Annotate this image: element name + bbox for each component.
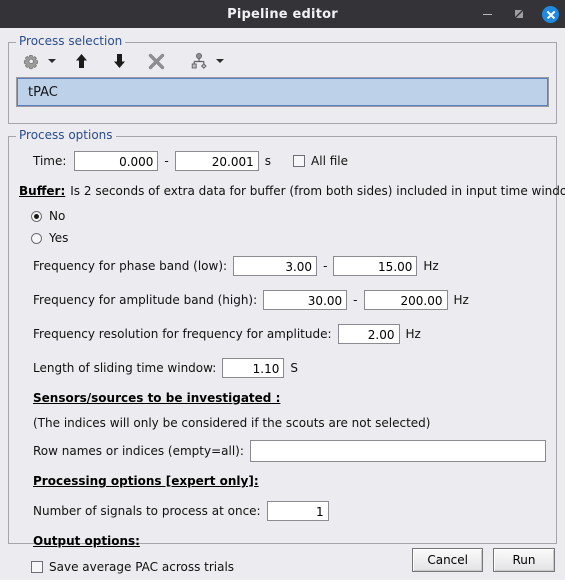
pipeline-caret-icon[interactable]	[216, 59, 224, 63]
amplitude-band-label: Frequency for amplitude band (high):	[33, 293, 258, 307]
signals-count-input[interactable]: 1	[266, 501, 329, 521]
buffer-radio-no[interactable]	[31, 210, 42, 222]
process-selection-group: Process selection tPAC	[8, 35, 557, 124]
sensors-heading: Sensors/sources to be investigated :	[33, 391, 281, 405]
arrow-up-icon[interactable]	[70, 50, 92, 72]
run-button[interactable]: Run	[493, 548, 555, 572]
arrow-down-icon[interactable]	[108, 50, 130, 72]
buffer-option-no[interactable]: No	[19, 205, 546, 227]
amplitude-band-high-input[interactable]: 200.00	[363, 290, 448, 310]
amplitude-band-separator: -	[353, 293, 358, 307]
signals-count-label: Number of signals to process at once:	[33, 504, 261, 518]
phase-band-low-input[interactable]: 3.00	[233, 256, 318, 276]
processing-heading-row: Processing options [expert only]:	[19, 467, 546, 495]
row-names-label: Row names or indices (empty=all):	[33, 444, 244, 458]
sliding-window-unit-label: S	[290, 361, 298, 375]
all-file-checkbox[interactable]	[293, 155, 306, 167]
signals-count-row: Number of signals to process at once: 1	[19, 495, 546, 527]
time-end-input[interactable]: 20.001	[174, 151, 259, 171]
maximize-icon[interactable]	[510, 5, 528, 23]
process-toolbar	[16, 49, 549, 73]
sliding-window-label: Length of sliding time window:	[33, 361, 217, 375]
window-title: Pipeline editor	[227, 6, 338, 22]
all-file-label: All file	[311, 154, 348, 168]
process-options-title: Process options	[16, 129, 116, 142]
gear-caret-icon[interactable]	[48, 59, 56, 63]
gear-icon[interactable]	[20, 50, 42, 72]
phase-band-row: Frequency for phase band (low): 3.00 - 1…	[19, 249, 546, 283]
pipeline-tree-icon[interactable]	[188, 50, 210, 72]
process-selection-title: Process selection	[16, 35, 126, 48]
processing-heading: Processing options [expert only]:	[33, 474, 259, 488]
time-row: Time: 0.000 - 20.001 s All file	[19, 145, 546, 177]
all-file-checkbox-wrap[interactable]: All file	[293, 154, 348, 168]
time-unit-label: s	[264, 154, 272, 168]
buffer-option-yes[interactable]: Yes	[19, 227, 546, 249]
row-names-row: Row names or indices (empty=all):	[19, 435, 546, 467]
cancel-button[interactable]: Cancel	[412, 548, 483, 572]
save-avg-checkbox-wrap[interactable]: Save average PAC across trials	[31, 560, 234, 574]
phase-band-unit-label: Hz	[423, 259, 439, 273]
process-list-item-tpac[interactable]: tPAC	[17, 78, 548, 106]
freq-resolution-unit-label: Hz	[405, 327, 421, 341]
amplitude-band-low-input[interactable]: 30.00	[263, 290, 348, 310]
save-average-pac-checkbox[interactable]	[31, 561, 43, 573]
sliding-window-row: Length of sliding time window: 1.10 S	[19, 351, 546, 385]
time-start-input[interactable]: 0.000	[74, 151, 159, 171]
buffer-radio-yes[interactable]	[31, 232, 42, 244]
phase-band-separator: -	[323, 259, 328, 273]
sensors-note: (The indices will only be considered if …	[33, 416, 431, 430]
pipeline-editor-window: Pipeline editor Process selection tPAC P…	[0, 0, 565, 580]
delete-x-icon[interactable]	[144, 50, 168, 72]
phase-band-label: Frequency for phase band (low):	[33, 259, 228, 273]
phase-band-high-input[interactable]: 15.00	[333, 256, 418, 276]
amplitude-band-row: Frequency for amplitude band (high): 30.…	[19, 283, 546, 317]
title-bar: Pipeline editor	[0, 0, 565, 28]
buffer-radio-no-label: No	[49, 209, 66, 223]
sliding-window-input[interactable]: 1.10	[222, 358, 285, 378]
process-options-group: Process options Time: 0.000 - 20.001 s A…	[8, 129, 565, 574]
dialog-button-bar: Cancel Run	[412, 548, 555, 572]
process-list[interactable]: tPAC	[16, 77, 549, 107]
amplitude-band-unit-label: Hz	[453, 293, 469, 307]
time-separator: -	[164, 154, 169, 168]
minimize-icon[interactable]	[478, 5, 496, 23]
process-item-label: tPAC	[28, 85, 58, 100]
buffer-question-row: Buffer: Is 2 seconds of extra data for b…	[19, 177, 565, 205]
dialog-body: Process selection tPAC Process options T…	[0, 28, 565, 580]
freq-resolution-row: Frequency resolution for frequency for a…	[19, 317, 546, 351]
freq-resolution-input[interactable]: 2.00	[337, 324, 400, 344]
freq-resolution-label: Frequency resolution for frequency for a…	[33, 327, 332, 341]
save-average-pac-label: Save average PAC across trials	[49, 560, 235, 574]
row-names-input[interactable]	[249, 440, 546, 462]
buffer-radio-yes-label: Yes	[49, 231, 69, 245]
time-label: Time:	[33, 154, 67, 168]
window-controls	[478, 0, 559, 28]
close-icon[interactable]	[542, 5, 559, 23]
sensors-note-row: (The indices will only be considered if …	[19, 411, 546, 435]
sensors-heading-row: Sensors/sources to be investigated :	[19, 385, 546, 411]
buffer-question: Is 2 seconds of extra data for buffer (f…	[70, 184, 565, 198]
buffer-heading: Buffer:	[19, 184, 66, 198]
output-heading: Output options:	[33, 534, 140, 548]
